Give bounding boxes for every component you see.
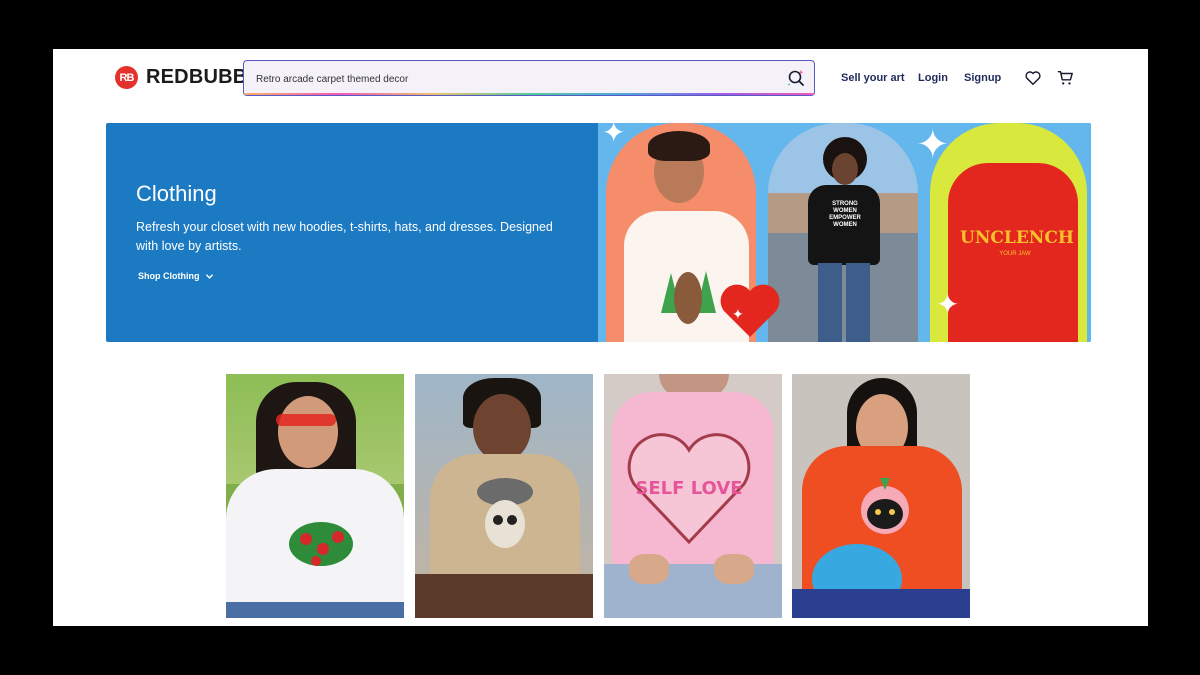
- login-link[interactable]: Login: [918, 72, 948, 84]
- sparkle-icon: ✦: [936, 289, 960, 320]
- chevron-down-icon: [206, 273, 214, 279]
- clothing-hero-banner: Clothing Refresh your closet with new ho…: [106, 123, 1091, 342]
- hero-description: Refresh your closet with new hoodies, t-…: [136, 220, 553, 253]
- search-bar: [243, 60, 815, 96]
- product-tile-strawberry[interactable]: [226, 374, 404, 618]
- sparkle-icon: ✦: [916, 123, 950, 167]
- heart-sticker-icon: ✦: [720, 284, 780, 337]
- svg-text:✦: ✦: [732, 306, 744, 322]
- sparkle-icon: ✦: [602, 123, 626, 148]
- sell-your-art-link[interactable]: Sell your art: [841, 72, 905, 84]
- logo-mark: RB: [115, 66, 138, 89]
- cart-icon[interactable]: [1056, 69, 1074, 87]
- hoodie-print-your-jaw: YOUR JAW: [999, 251, 1031, 257]
- hoodie-print-unclench: UNCLENCH: [960, 228, 1074, 248]
- hoodie-print-text: STRONG WOMEN EMPOWER WOMEN: [829, 201, 861, 228]
- product-tile-cat[interactable]: [792, 374, 970, 618]
- hero-title: Clothing: [136, 181, 217, 206]
- self-love-print: SELF LOVE: [635, 478, 742, 499]
- hero-photo-hoodie: STRONG WOMEN EMPOWER WOMEN: [768, 123, 918, 342]
- product-tile-self-love[interactable]: SELF LOVE: [604, 374, 782, 618]
- shop-clothing-label: Shop Clothing: [138, 271, 200, 281]
- hero-image-panel: STRONG WOMEN EMPOWER WOMEN UNCLENCH YOUR…: [598, 123, 1091, 342]
- shop-clothing-link[interactable]: Shop Clothing: [138, 271, 214, 281]
- product-tile-skull[interactable]: [415, 374, 593, 618]
- search-icon[interactable]: [786, 68, 806, 88]
- page: RB REDBUBBLE Sell your art Login Signup …: [53, 49, 1148, 626]
- search-input[interactable]: [254, 68, 758, 90]
- signup-link[interactable]: Signup: [964, 72, 1001, 84]
- heart-icon[interactable]: [1024, 69, 1042, 87]
